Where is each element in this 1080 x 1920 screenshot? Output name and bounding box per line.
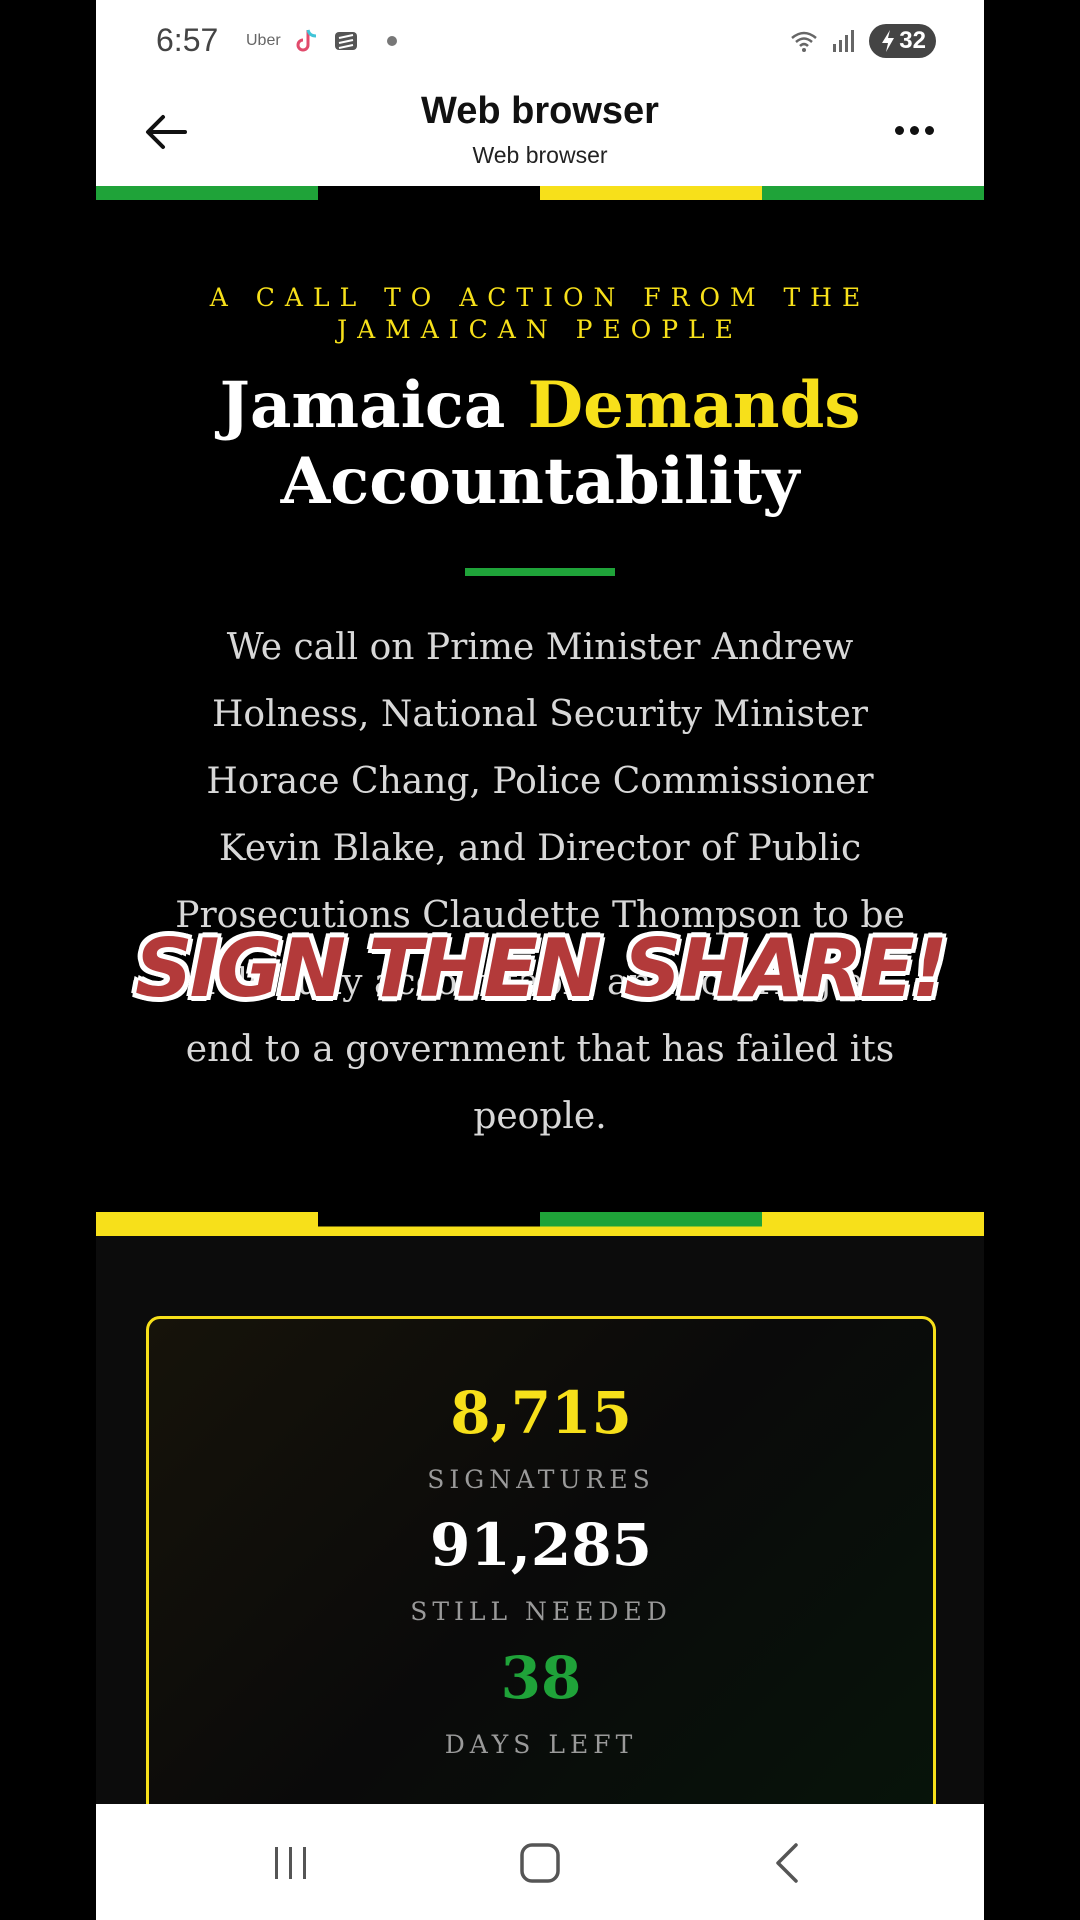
still-needed-label: STILL NEEDED xyxy=(410,1597,672,1626)
overlay-caption: SIGN THEN SHARE! xyxy=(134,922,948,1015)
signatures-count: 8,715 xyxy=(450,1379,632,1447)
days-left-label: DAYS LEFT xyxy=(444,1730,638,1759)
uber-icon: Uber xyxy=(246,32,281,49)
headline-part2: Accountability xyxy=(280,444,800,519)
dot-icon xyxy=(894,125,904,135)
stack-app-icon xyxy=(334,32,357,50)
system-back-button[interactable] xyxy=(758,1838,818,1888)
page-title: Web browser xyxy=(421,90,659,132)
dot-icon xyxy=(924,125,934,135)
flag-stripe-top xyxy=(96,186,984,200)
still-needed-count: 91,285 xyxy=(430,1511,652,1579)
battery-indicator: 32 xyxy=(869,24,936,58)
system-icons: 32 xyxy=(789,24,936,58)
page-subtitle: Web browser xyxy=(472,142,608,168)
phone-screen: 6:57 Uber 32 Web browser Web browser A C… xyxy=(96,0,984,1920)
status-bar: 6:57 Uber 32 xyxy=(96,0,984,84)
home-button[interactable] xyxy=(510,1838,570,1888)
hero-headline: Jamaica Demands Accountability xyxy=(96,368,984,520)
recent-apps-icon xyxy=(275,1847,306,1879)
home-icon xyxy=(520,1843,560,1883)
battery-level: 32 xyxy=(899,27,926,54)
hero-divider xyxy=(465,568,615,576)
more-notifications-dot xyxy=(386,36,397,46)
hero-body: We call on Prime Minister Andrew Holness… xyxy=(175,627,905,1137)
headline-part1: Jamaica xyxy=(219,368,528,443)
signatures-label: SIGNATURES xyxy=(427,1465,655,1494)
stats-card: 8,715 SIGNATURES 91,285 STILL NEEDED 38 … xyxy=(146,1316,936,1836)
hero-kicker: A CALL TO ACTION FROM THE JAMAICAN PEOPL… xyxy=(209,283,871,344)
more-options-button[interactable] xyxy=(884,110,944,150)
status-time: 6:57 xyxy=(156,22,219,58)
wifi-icon xyxy=(791,31,818,52)
signal-icon xyxy=(833,30,855,52)
charging-icon xyxy=(882,30,895,52)
system-nav-bar xyxy=(96,1804,984,1920)
headline-accent: Demands xyxy=(527,368,861,443)
app-bar: Web browser Web browser xyxy=(96,84,984,186)
notification-icons: Uber xyxy=(246,26,397,56)
recent-apps-button[interactable] xyxy=(261,1838,321,1888)
flag-stripe-middle xyxy=(96,1212,984,1236)
stats-section: 8,715 SIGNATURES 91,285 STILL NEEDED 38 … xyxy=(96,1236,984,1836)
chevron-left-icon xyxy=(776,1843,798,1883)
tiktok-icon xyxy=(296,29,316,52)
days-left-count: 38 xyxy=(500,1644,582,1712)
dot-icon xyxy=(909,125,919,135)
